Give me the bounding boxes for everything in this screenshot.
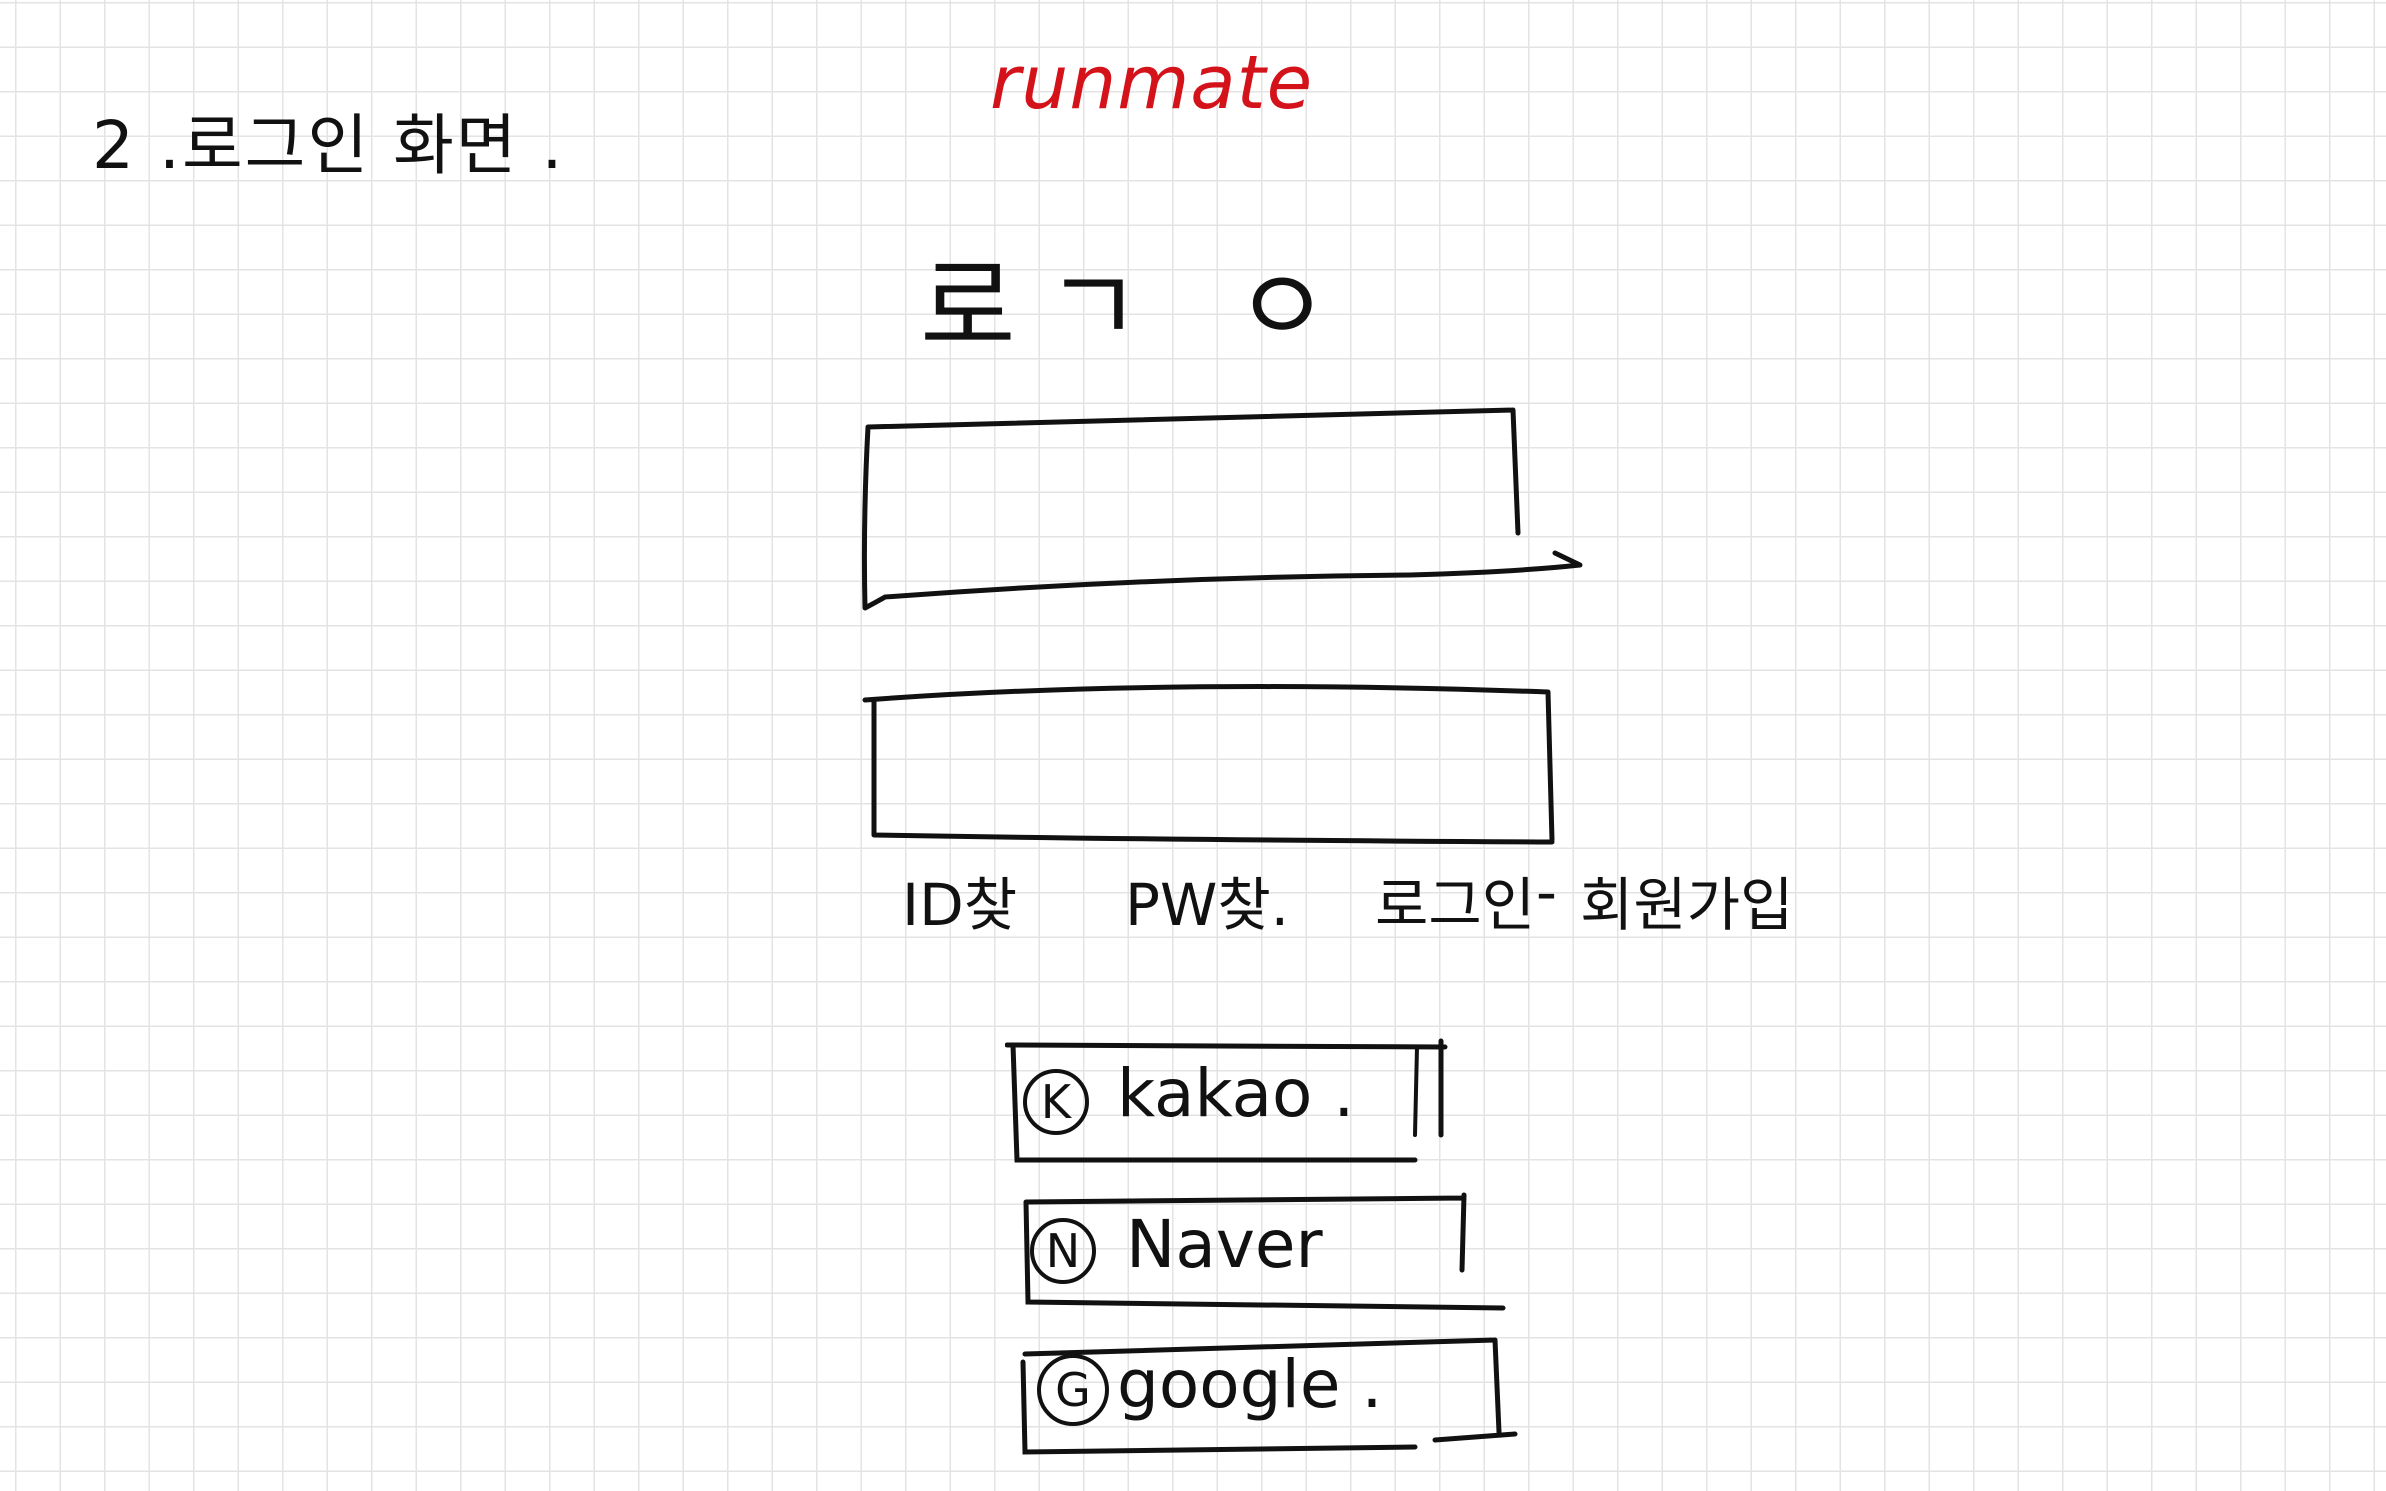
id-input-box — [855, 400, 1585, 625]
google-icon: G — [1037, 1354, 1109, 1426]
kakao-label: kakao . — [1117, 1055, 1355, 1132]
logo: 로ㄱ ㅇ — [920, 246, 1361, 368]
pw-input[interactable] — [890, 710, 1524, 822]
pw-input-box — [860, 670, 1560, 850]
find-id-link[interactable]: ID찾 — [902, 858, 1017, 942]
google-icon-letter: G — [1055, 1363, 1091, 1417]
kakao-icon: K — [1023, 1069, 1089, 1135]
find-pw-link[interactable]: PW찾. — [1125, 858, 1289, 942]
google-label: google . — [1117, 1346, 1383, 1423]
id-input[interactable] — [885, 440, 1489, 572]
naver-login-button[interactable]: N Naver — [1018, 1190, 1508, 1315]
app-title: runmate — [990, 40, 1314, 126]
google-login-button[interactable]: G google . — [1015, 1332, 1525, 1462]
kakao-login-button[interactable]: K kakao . — [1005, 1035, 1455, 1165]
login-button[interactable]: 로그인 — [1375, 858, 1535, 942]
naver-icon: N — [1030, 1218, 1096, 1284]
link-separator: - — [1536, 858, 1557, 926]
page-note-title: 2 .로그인 화면 . — [92, 107, 565, 184]
naver-label: Naver — [1126, 1206, 1323, 1283]
signup-link[interactable]: 회원가입 — [1580, 858, 1793, 942]
auth-links-row: ID찾 PW찾. 로그인 - 회원가입 — [0, 858, 2386, 948]
naver-icon-letter: N — [1045, 1224, 1081, 1278]
kakao-icon-letter: K — [1040, 1075, 1072, 1129]
